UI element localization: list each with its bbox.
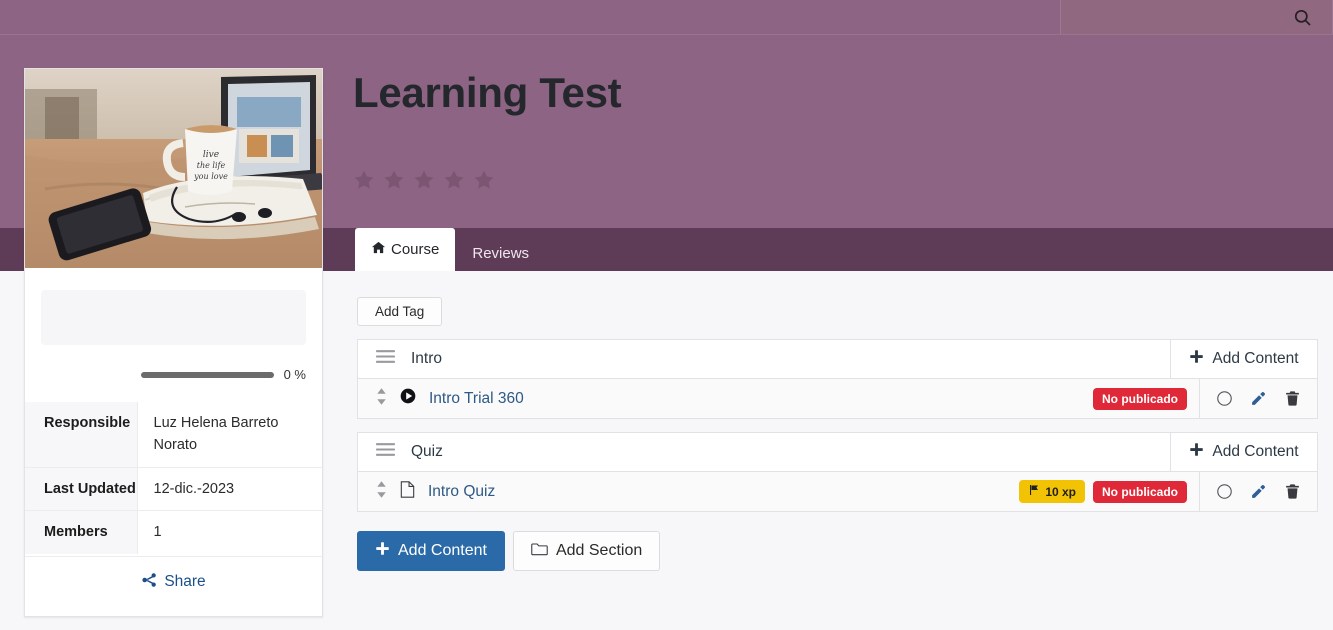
home-icon xyxy=(371,240,386,259)
content-row-intro-quiz: Intro Quiz 10 xp No publicado xyxy=(357,472,1318,512)
info-value-last-updated: 12-dic.-2023 xyxy=(153,480,235,497)
info-value-responsible: Luz Helena Barreto Norato xyxy=(153,415,279,454)
flag-icon xyxy=(1028,484,1040,499)
sort-updown-icon[interactable] xyxy=(376,480,387,503)
tab-reviews[interactable]: Reviews xyxy=(455,235,546,271)
play-circle-icon xyxy=(400,388,416,409)
progress-label: 0 % xyxy=(283,367,306,382)
add-content-button-label: Add Content xyxy=(398,542,487,559)
section-quiz: Quiz Add Content Intro Quiz 10 xp No pub… xyxy=(357,432,1318,512)
pencil-icon[interactable] xyxy=(1250,483,1267,500)
share-label: Share xyxy=(164,573,206,591)
sort-updown-icon[interactable] xyxy=(376,387,387,410)
section-header: Quiz Add Content xyxy=(357,432,1318,472)
trash-icon[interactable] xyxy=(1284,483,1301,500)
tab-course[interactable]: Course xyxy=(355,228,456,271)
file-icon xyxy=(400,480,415,503)
row-actions xyxy=(1199,472,1317,511)
share-nodes-icon xyxy=(141,572,157,593)
course-info-card: live the life you love 0 % Responsible L… xyxy=(24,68,323,617)
status-badge-unpublished: No publicado xyxy=(1093,480,1187,503)
star-icon-2[interactable] xyxy=(382,168,406,192)
status-badge-unpublished: No publicado xyxy=(1093,387,1187,410)
top-navigation-bar xyxy=(0,0,1333,35)
course-info-table: Responsible Luz Helena Barreto Norato La… xyxy=(25,402,322,554)
add-content-button[interactable]: Add Content xyxy=(357,531,505,571)
search-input[interactable] xyxy=(1061,0,1332,34)
content-title[interactable]: Intro Trial 360 xyxy=(429,390,524,408)
trash-icon[interactable] xyxy=(1284,390,1301,407)
xp-badge-label: 10 xp xyxy=(1045,484,1076,499)
section-add-content-label: Add Content xyxy=(1212,350,1299,367)
course-page: Learning Test Course Reviews live the li… xyxy=(0,0,1333,630)
info-label-responsible: Responsible xyxy=(25,402,138,468)
row-actions xyxy=(1199,379,1317,418)
svg-text:live: live xyxy=(203,150,219,160)
section-intro: Intro Add Content Intro Trial 360 No pub… xyxy=(357,339,1318,419)
tab-reviews-label: Reviews xyxy=(472,244,530,262)
content-row-intro-trial-360: Intro Trial 360 No publicado xyxy=(357,379,1318,419)
table-row: Responsible Luz Helena Barreto Norato xyxy=(25,402,322,468)
section-name: Quiz xyxy=(411,443,443,460)
info-value-members: 1 xyxy=(153,524,162,541)
table-row: Members 1 xyxy=(25,510,322,554)
svg-text:the life: the life xyxy=(197,161,226,170)
section-add-content-button[interactable]: Add Content xyxy=(1170,433,1317,471)
circle-toggle-icon[interactable] xyxy=(1216,483,1233,500)
course-content-area: Add Tag Intro Add Content Intro Trial 36… xyxy=(353,271,1333,630)
plus-icon xyxy=(1189,442,1204,462)
tab-course-label: Course xyxy=(391,241,440,258)
section-add-content-label: Add Content xyxy=(1212,443,1299,460)
progress-bar xyxy=(140,371,274,378)
course-thumbnail: live the life you love xyxy=(25,69,322,268)
hamburger-icon[interactable] xyxy=(376,349,395,369)
share-button[interactable]: Share xyxy=(141,572,206,593)
xp-badge: 10 xp xyxy=(1019,480,1085,503)
star-icon-4[interactable] xyxy=(442,168,466,192)
plus-icon xyxy=(375,541,390,561)
plus-icon xyxy=(1189,349,1204,369)
course-description-placeholder xyxy=(41,290,306,345)
info-label-members: Members xyxy=(25,510,138,554)
circle-toggle-icon[interactable] xyxy=(1216,390,1233,407)
page-title: Learning Test xyxy=(353,69,622,116)
star-icon-1[interactable] xyxy=(352,168,376,192)
info-label-last-updated: Last Updated xyxy=(25,467,138,511)
folder-icon xyxy=(531,541,548,561)
section-header: Intro Add Content xyxy=(357,339,1318,379)
share-row: Share xyxy=(25,555,322,608)
course-progress: 0 % xyxy=(41,367,306,382)
add-section-button-label: Add Section xyxy=(555,542,643,559)
search-container[interactable] xyxy=(1060,0,1333,34)
hamburger-icon[interactable] xyxy=(376,442,395,462)
search-icon[interactable] xyxy=(1293,8,1312,27)
star-icon-3[interactable] xyxy=(412,168,436,192)
section-add-content-button[interactable]: Add Content xyxy=(1170,340,1317,378)
rating-stars[interactable] xyxy=(352,168,496,192)
add-section-button[interactable]: Add Section xyxy=(512,531,661,571)
table-row: Last Updated 12-dic.-2023 xyxy=(25,467,322,511)
star-icon-5[interactable] xyxy=(472,168,496,192)
content-action-buttons: Add Content Add Section xyxy=(357,531,1333,571)
course-thumbnail-image: live the life you love xyxy=(25,69,322,268)
section-name: Intro xyxy=(411,350,443,367)
add-tag-button[interactable]: Add Tag xyxy=(357,297,443,326)
svg-text:you love: you love xyxy=(193,172,228,181)
pencil-icon[interactable] xyxy=(1250,390,1267,407)
content-title[interactable]: Intro Quiz xyxy=(428,483,495,501)
